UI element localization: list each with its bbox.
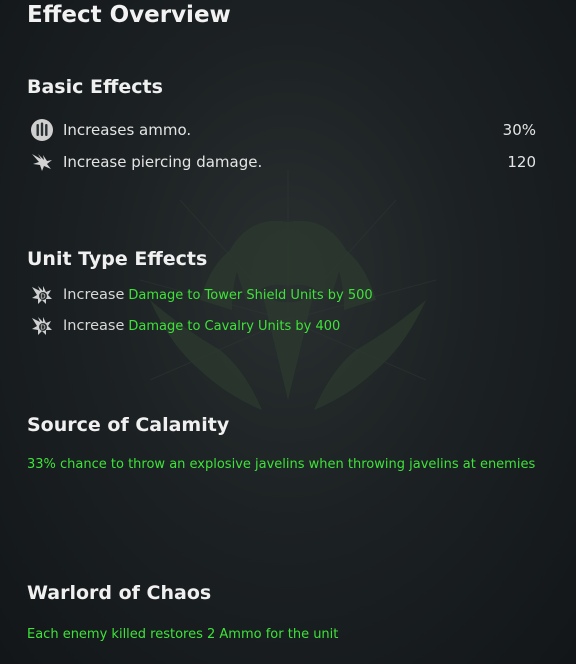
unit-type-effects-heading: Unit Type Effects [27,248,208,270]
effect-overview-panel: Effect Overview Basic Effects Increases … [0,0,576,664]
unit-damage-icon: D [32,317,52,335]
unit-effect-row: D Increase Damage to Tower Shield Units … [30,283,373,307]
unit-damage-icon: D [32,286,52,304]
source-of-calamity-heading: Source of Calamity [27,414,230,436]
basic-effects-heading: Basic Effects [27,76,163,98]
unit-effect-prefix: Increase [63,318,125,334]
warlord-of-chaos-heading: Warlord of Chaos [27,582,212,604]
unit-effect-text: Damage to Tower Shield Units by 500 [128,287,373,303]
effect-value: 30% [502,121,536,139]
unit-effect-prefix: Increase [63,287,125,303]
unit-effect-row: D Increase Damage to Cavalry Units by 40… [30,314,340,338]
unit-effect-text: Damage to Cavalry Units by 400 [128,318,341,334]
piercing-icon [32,154,52,171]
basic-effect-row: Increase piercing damage. 120 [30,150,536,174]
effect-value: 120 [507,153,536,171]
basic-effect-row: Increases ammo. 30% [30,118,536,142]
warlord-description: Each enemy killed restores 2 Ammo for th… [27,627,339,642]
svg-text:D: D [40,293,45,301]
calamity-description: 33% chance to throw an explosive javelin… [27,457,536,472]
page-title: Effect Overview [27,2,231,28]
effect-label: Increase piercing damage. [63,153,263,171]
ammo-icon [31,119,53,141]
svg-text:D: D [40,324,45,332]
effect-label: Increases ammo. [63,121,192,139]
